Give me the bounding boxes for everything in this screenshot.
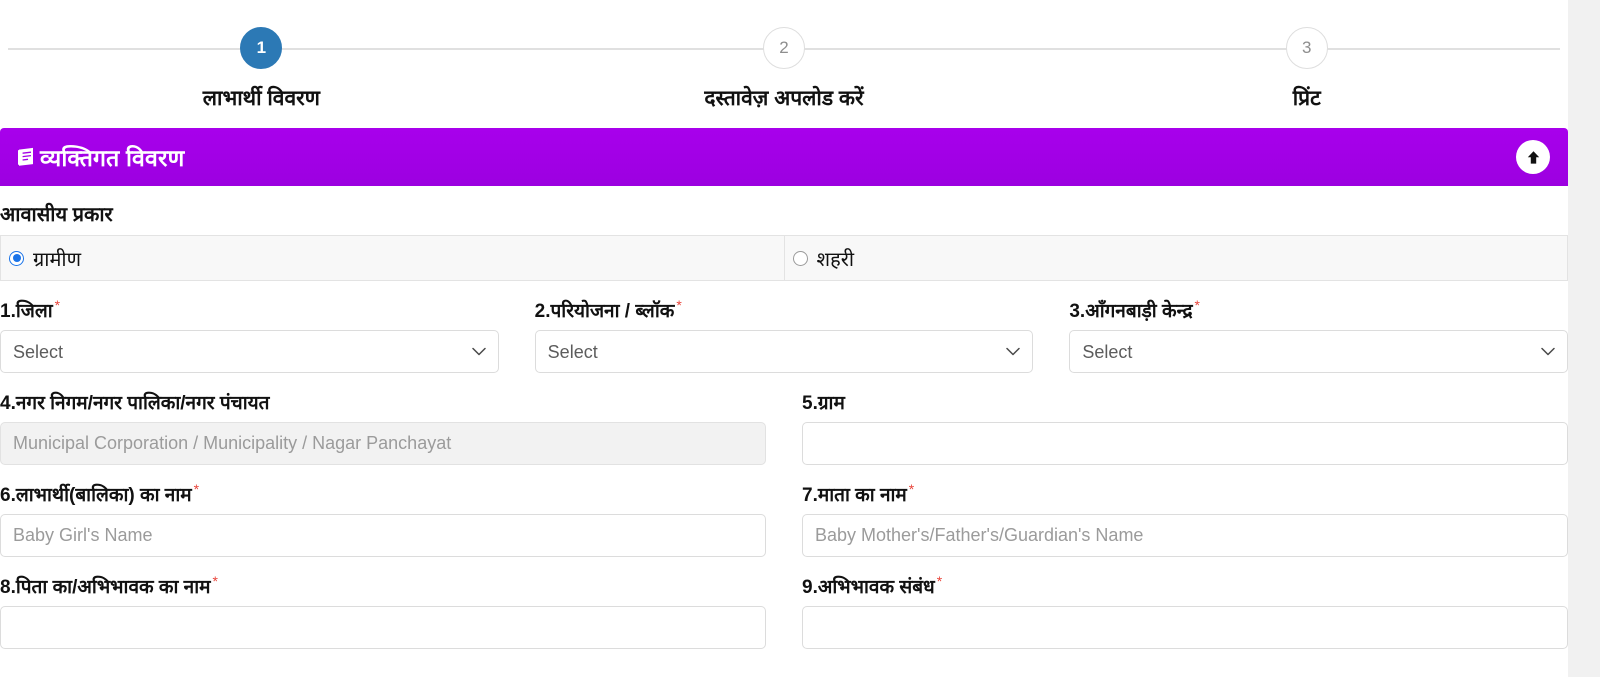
panel-title: व्यक्तिगत विवरण (40, 145, 185, 171)
field-beneficiary-name-required-mark: * (193, 481, 200, 497)
step-3-circle[interactable]: 3 (1285, 27, 1328, 69)
village-input[interactable] (802, 422, 1568, 465)
step-3-print[interactable]: 3 प्रिंट (1045, 0, 1568, 128)
field-beneficiary-name-label: 6.लाभार्थी(बालिका) का नाम * (0, 481, 766, 507)
municipal-body-input (0, 422, 766, 465)
personal-details-panel-body: आवासीय प्रकार ग्रामीण शहरी 1.जिला * Selec… (0, 186, 1568, 649)
progress-stepper: 1 लाभार्थी विवरण 2 दस्तावेज़ अपलोड करें … (0, 0, 1568, 128)
radio-rural-indicator[interactable] (9, 250, 24, 266)
registration-page: 1 लाभार्थी विवरण 2 दस्तावेज़ अपलोड करें … (0, 0, 1568, 677)
field-beneficiary-name: 6.लाभार्थी(बालिका) का नाम * (0, 481, 766, 557)
field-guardian-relation-required-mark: * (936, 573, 943, 589)
form-row-2: 4.नगर निगम/नगर पालिका/नगर पंचायत 5.ग्राम (0, 389, 1568, 465)
step-1-circle[interactable]: 1 (240, 27, 283, 69)
arrow-up-icon (1525, 149, 1542, 166)
field-district: 1.जिला * Select (0, 297, 499, 373)
guardian-relation-input[interactable] (802, 606, 1568, 649)
step-2-label: दस्तावेज़ अपलोड करें (704, 87, 864, 110)
field-guardian-relation: 9.अभिभावक संबंध * (802, 573, 1568, 649)
residence-type-label: आवासीय प्रकार (0, 204, 113, 226)
field-mother-name-label: 7.माता का नाम * (802, 481, 1568, 507)
form-row-3: 6.लाभार्थी(बालिका) का नाम* 7.माता का नाम… (0, 481, 1568, 557)
field-father-guardian-name-label: 8.पिता का/अभिभावक का नाम * (0, 573, 766, 599)
field-father-guardian-name-label-text: 8.पिता का/अभिभावक का नाम (0, 577, 211, 598)
field-father-guardian-name-required-mark: * (212, 573, 218, 589)
field-beneficiary-name-label-text: 6.लाभार्थी(बालिका) का नाम (0, 485, 192, 506)
field-municipal-body: 4.नगर निगम/नगर पालिका/नगर पंचायत (0, 389, 766, 465)
field-guardian-relation-label-text: 9.अभिभावक संबंध (802, 577, 935, 598)
field-project-block: 2.परियोजना / ब्लॉक * Select (534, 297, 1034, 373)
father-guardian-name-input[interactable] (0, 606, 766, 649)
address-book-icon (14, 146, 38, 168)
field-municipal-body-label: 4.नगर निगम/नगर पालिका/नगर पंचायत (0, 389, 766, 415)
field-anganwadi-center-label: 3.आँगनबाड़ी केन्द्र * (1069, 297, 1568, 323)
step-3-label: प्रिंट (1292, 87, 1321, 110)
field-anganwadi-center-label-text: 3.आँगनबाड़ी केन्द्र (1069, 301, 1193, 322)
district-select[interactable]: Select (0, 330, 499, 373)
radio-urban-indicator[interactable] (792, 250, 808, 266)
field-project-block-required-mark: * (676, 297, 682, 313)
radio-rural-label: ग्रामीण (33, 248, 82, 271)
step-2-upload-documents[interactable]: 2 दस्तावेज़ अपलोड करें (523, 0, 1046, 128)
field-father-guardian-name: 8.पिता का/अभिभावक का नाम * (0, 573, 766, 649)
field-guardian-relation-label: 9.अभिभावक संबंध * (802, 573, 1568, 599)
field-mother-name-required-mark: * (908, 481, 915, 497)
personal-details-panel-header: व्यक्तिगत विवरण (0, 128, 1568, 186)
field-project-block-label-text: 2.परियोजना / ब्लॉक (534, 301, 675, 322)
field-anganwadi-center-required-mark: * (1194, 297, 1200, 313)
mother-name-input[interactable] (802, 514, 1568, 557)
field-anganwadi-center: 3.आँगनबाड़ी केन्द्र * Select (1069, 297, 1568, 373)
panel-collapse-toggle-button[interactable] (1516, 140, 1550, 174)
field-district-label-text: 1.जिला (0, 301, 53, 322)
step-1-label: लाभार्थी विवरण (202, 87, 320, 110)
field-village: 5.ग्राम (802, 389, 1568, 465)
field-district-required-mark: * (54, 297, 61, 313)
step-1-beneficiary-details[interactable]: 1 लाभार्थी विवरण (0, 0, 523, 128)
field-municipal-body-label-text: 4.नगर निगम/नगर पालिका/नगर पंचायत (0, 393, 270, 414)
radio-urban-label: शहरी (816, 248, 855, 271)
radio-option-rural[interactable]: ग्रामीण (1, 236, 784, 280)
residence-type-radio-group: ग्रामीण शहरी (0, 235, 1568, 281)
step-2-circle[interactable]: 2 (763, 27, 805, 69)
field-mother-name: 7.माता का नाम * (802, 481, 1568, 557)
form-row-1: 1.जिला * Select 2.परियोजना / ब्लॉक * Sel… (0, 297, 1568, 373)
beneficiary-name-input[interactable] (0, 514, 766, 557)
field-district-label: 1.जिला * (0, 297, 499, 323)
anganwadi-center-select[interactable]: Select (1069, 330, 1568, 373)
field-village-label: 5.ग्राम (802, 389, 1568, 415)
field-mother-name-label-text: 7.माता का नाम (802, 485, 907, 506)
field-project-block-label: 2.परियोजना / ब्लॉक * (535, 297, 1034, 323)
radio-option-urban[interactable]: शहरी (783, 236, 1568, 280)
form-row-4: 8.पिता का/अभिभावक का नाम * 9.अभिभावक संबं… (0, 573, 1568, 649)
project-block-select[interactable]: Select (534, 330, 1034, 373)
field-village-label-text: 5.ग्राम (802, 393, 845, 414)
